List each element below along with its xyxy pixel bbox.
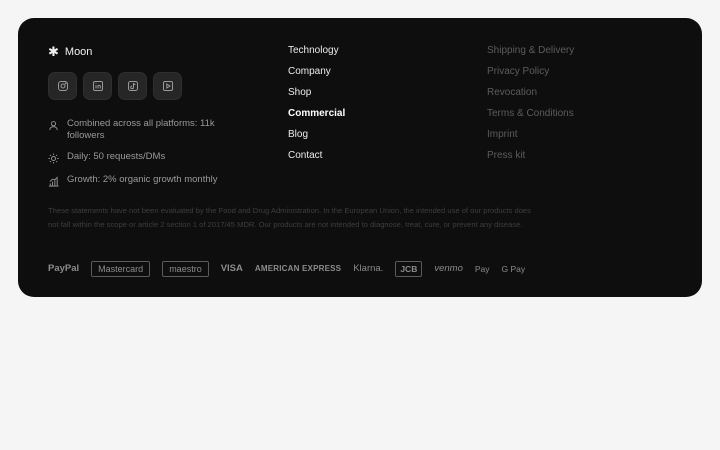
nav-link-commercial[interactable]: Commercial bbox=[288, 108, 345, 120]
bar-chart-icon bbox=[48, 176, 59, 187]
payment-maestro: maestro bbox=[162, 261, 209, 277]
payment-paypal: PayPal bbox=[48, 263, 80, 274]
payment-methods: PayPal Mastercard maestro VISA AMERICAN … bbox=[48, 261, 525, 277]
stat-growth: Growth: 2% organic growth monthly bbox=[48, 174, 248, 187]
nav-link-technology[interactable]: Technology bbox=[288, 45, 345, 57]
legal-link-revocation[interactable]: Revocation bbox=[487, 87, 574, 99]
legal-nav: Shipping & Delivery Privacy Policy Revoc… bbox=[487, 45, 574, 162]
legal-link-press-kit[interactable]: Press kit bbox=[487, 150, 574, 162]
brand-name: Moon bbox=[64, 45, 93, 58]
payment-apple-pay: Pay bbox=[475, 263, 490, 275]
disclaimer: These statements have not been evaluated… bbox=[48, 206, 531, 229]
legal-link-shipping[interactable]: Shipping & Delivery bbox=[487, 45, 574, 57]
payment-venmo: venmo bbox=[434, 263, 463, 274]
nav-link-blog[interactable]: Blog bbox=[288, 129, 345, 141]
stat-requests-text: Daily: 50 requests/DMs bbox=[67, 151, 166, 162]
nav-link-company[interactable]: Company bbox=[288, 66, 345, 78]
sun-icon bbox=[48, 153, 59, 164]
legal-link-privacy[interactable]: Privacy Policy bbox=[487, 66, 574, 78]
payment-jcb: JCB bbox=[395, 261, 423, 277]
social-links bbox=[48, 72, 182, 100]
apple-pay-label: Pay bbox=[474, 264, 490, 274]
legal-link-terms[interactable]: Terms & Conditions bbox=[487, 108, 574, 120]
instagram-icon bbox=[57, 81, 68, 91]
payment-amex: AMERICAN EXPRESS bbox=[254, 264, 342, 273]
linkedin-icon bbox=[92, 81, 103, 91]
stat-requests: Daily: 50 requests/DMs bbox=[48, 151, 248, 164]
main-nav: Technology Company Shop Commercial Blog … bbox=[288, 45, 345, 162]
tiktok-button[interactable] bbox=[118, 72, 147, 100]
user-icon bbox=[49, 121, 58, 131]
payment-mastercard: Mastercard bbox=[91, 261, 151, 277]
stat-followers: Combined across all platforms: 11k follo… bbox=[48, 118, 248, 141]
site-footer: ✱ Moon Combined across all platforms: 11… bbox=[18, 18, 702, 297]
nav-link-contact[interactable]: Contact bbox=[288, 150, 345, 162]
legal-link-imprint[interactable]: Imprint bbox=[487, 129, 574, 141]
stat-followers-text: Combined across all platforms: 11k follo… bbox=[67, 118, 215, 141]
instagram-button[interactable] bbox=[48, 72, 77, 100]
youtube-button[interactable] bbox=[153, 72, 182, 100]
stat-growth-text: Growth: 2% organic growth monthly bbox=[67, 174, 218, 185]
payment-visa: VISA bbox=[220, 263, 243, 274]
nav-link-shop[interactable]: Shop bbox=[288, 87, 345, 99]
linkedin-button[interactable] bbox=[83, 72, 112, 100]
stats-list: Combined across all platforms: 11k follo… bbox=[48, 118, 248, 197]
payment-klarna: Klarna. bbox=[353, 263, 384, 274]
youtube-icon bbox=[162, 81, 173, 91]
payment-google-pay: G Pay bbox=[501, 264, 526, 274]
tiktok-icon bbox=[127, 81, 138, 91]
brand[interactable]: ✱ Moon bbox=[48, 45, 92, 58]
asterisk-icon: ✱ bbox=[48, 44, 59, 59]
